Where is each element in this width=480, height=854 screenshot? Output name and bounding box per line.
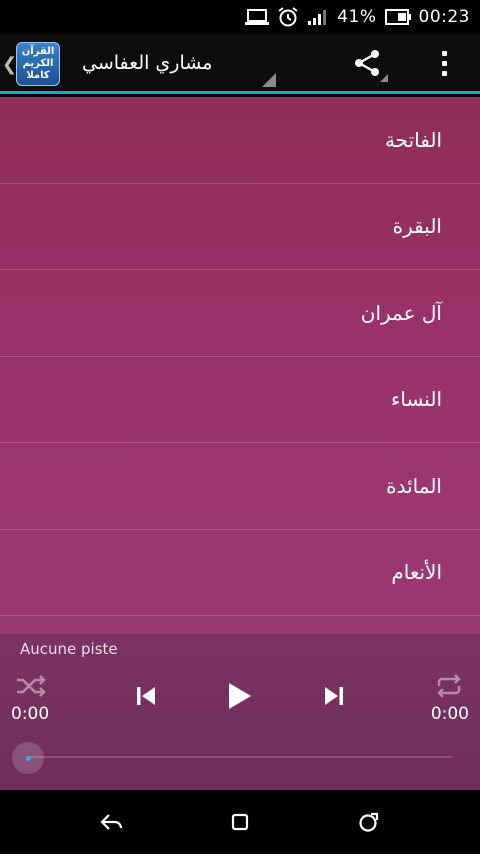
laptop-icon (245, 8, 270, 26)
elapsed-time: 0:00 (11, 704, 50, 724)
play-icon (229, 683, 251, 709)
surah-label: البقرة (392, 214, 442, 239)
share-dropdown-arrow-icon (380, 74, 388, 82)
duration-time: 0:00 (430, 704, 469, 724)
surah-label: الفاتحة (384, 127, 442, 152)
spinner-arrow-icon (262, 73, 276, 87)
reciter-spinner[interactable]: مشاري العفاسي (70, 34, 278, 91)
navigation-bar (0, 790, 480, 854)
next-icon (325, 687, 343, 705)
surah-list: الفاتحة البقرة آل عمران النساء المائدة ا… (0, 97, 480, 634)
logo-line: الكريم (22, 58, 54, 69)
reciter-title: مشاري العفاسي (82, 51, 213, 74)
seek-thumb[interactable] (12, 742, 44, 774)
clock: 00:23 (418, 7, 470, 27)
nav-recents-button[interactable] (348, 804, 388, 840)
back-chevron-icon[interactable]: ❮ (2, 54, 17, 75)
list-item[interactable]: آل عمران (0, 270, 480, 357)
logo-line: كاملا (26, 70, 50, 81)
nav-home-button[interactable] (220, 804, 260, 840)
surah-label: المائدة (386, 473, 442, 498)
overflow-menu-icon[interactable] (424, 38, 464, 88)
share-button[interactable] (342, 38, 392, 88)
surah-label: آل عمران (360, 300, 442, 325)
recents-icon (359, 812, 379, 832)
list-item[interactable]: النساء (0, 357, 480, 443)
list-item[interactable]: البقرة (0, 184, 480, 270)
alarm-icon (277, 6, 299, 28)
nav-back-button[interactable] (92, 804, 132, 840)
surah-label: النساء (390, 387, 442, 412)
status-bar: 41% 00:23 (0, 0, 480, 34)
action-bar: ❮ القرآن الكريم كاملا مشاري العفاسي (0, 34, 480, 94)
track-label: Aucune piste (20, 640, 118, 658)
share-icon (355, 50, 379, 76)
next-button[interactable] (316, 678, 352, 714)
battery-percent: 41% (337, 7, 377, 27)
home-icon (231, 813, 249, 831)
surah-label: الأنعام (391, 560, 442, 585)
shuffle-icon (17, 675, 46, 697)
previous-button[interactable] (128, 678, 164, 714)
app-logo[interactable]: القرآن الكريم كاملا (16, 42, 60, 86)
repeat-button[interactable] (432, 672, 466, 700)
media-player: Aucune piste 0:00 0:00 (0, 634, 480, 790)
seek-bar[interactable] (28, 756, 452, 758)
repeat-icon (437, 674, 461, 698)
shuffle-button[interactable] (14, 672, 48, 700)
previous-icon (137, 687, 155, 705)
list-item[interactable]: الأنعام (0, 530, 480, 616)
signal-icon (307, 8, 329, 26)
list-item[interactable]: المائدة (0, 443, 480, 530)
battery-icon (384, 9, 411, 25)
list-item[interactable]: الفاتحة (0, 97, 480, 184)
logo-line: القرآن (21, 46, 55, 57)
back-icon (100, 814, 123, 830)
play-button[interactable] (218, 674, 262, 718)
